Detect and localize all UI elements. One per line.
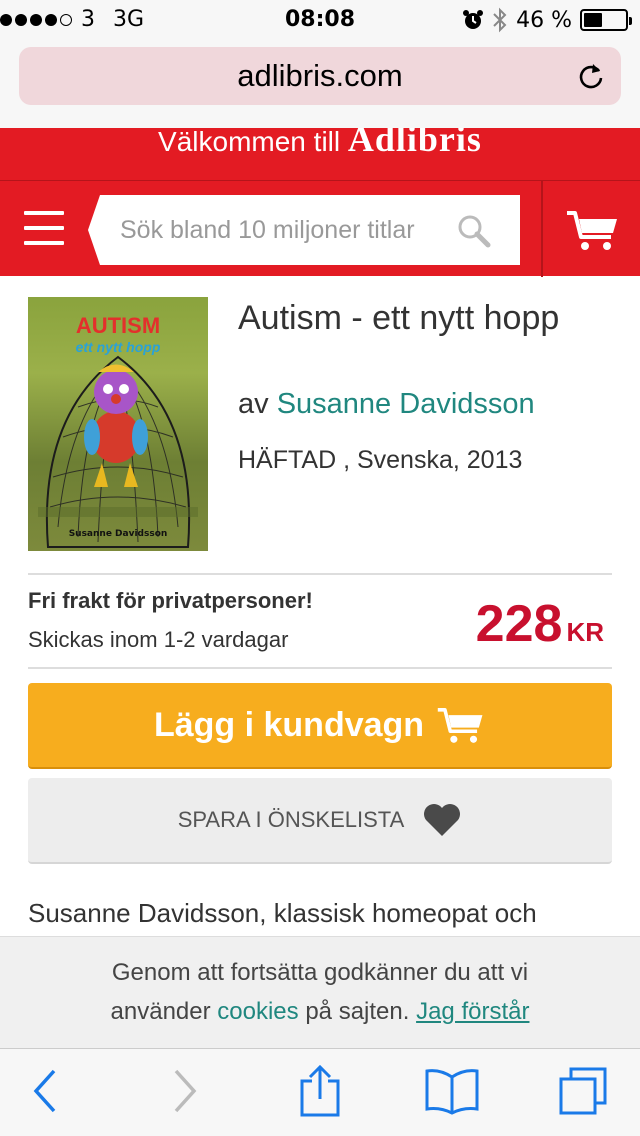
divider — [28, 667, 612, 669]
price-currency: KR — [566, 617, 604, 647]
status-bar: 3 3G 08:08 46 % — [0, 0, 640, 40]
bookmarks-icon[interactable] — [424, 1067, 480, 1115]
battery-percent: 46 % — [516, 7, 572, 33]
divider — [28, 573, 612, 575]
search-placeholder: Sök bland 10 miljoner titlar — [120, 216, 415, 244]
add-to-cart-button[interactable]: Lägg i kundvagn — [28, 683, 612, 769]
welcome-text: Välkommen till — [158, 128, 341, 157]
cover-title: AUTISM — [75, 313, 161, 338]
reload-icon[interactable] — [577, 62, 605, 90]
brand-logo: Adlibris — [347, 128, 482, 159]
welcome-banner: Välkommen till Adlibris — [0, 128, 640, 180]
product-author-line: av Susanne Davidsson — [238, 388, 535, 421]
site-header: Sök bland 10 miljoner titlar — [0, 180, 640, 277]
book-cover-image[interactable]: AUTISM ett nytt hopp Susanne Davidsson — [28, 297, 208, 551]
product-price: 228 KR — [476, 594, 604, 654]
wishlist-label: SPARA I ÖNSKELISTA — [177, 807, 405, 832]
price-amount: 228 — [475, 595, 563, 653]
menu-icon[interactable] — [24, 211, 64, 245]
address-bar[interactable]: adlibris.com — [19, 47, 621, 105]
cookie-text-line1: Genom att fortsätta godkänner du att vi — [111, 959, 529, 986]
cookie-banner: Genom att fortsätta godkänner du att vi … — [0, 936, 640, 1048]
url-text: adlibris.com — [237, 58, 403, 93]
bluetooth-icon — [493, 7, 507, 33]
cart-icon[interactable] — [565, 207, 621, 253]
browser-toolbar — [0, 1048, 640, 1136]
cookies-link[interactable]: cookies — [217, 998, 298, 1025]
search-input[interactable]: Sök bland 10 miljoner titlar — [88, 195, 520, 265]
add-to-cart-label: Lägg i kundvagn — [153, 705, 425, 744]
header-divider — [541, 181, 543, 277]
browser-chrome: adlibris.com — [0, 40, 640, 128]
free-shipping-text: Fri frakt för privatpersoner! — [28, 588, 313, 613]
cover-author: Susanne Davidsson — [68, 529, 168, 539]
product-description: Susanne Davidsson, klassisk homeopat och — [28, 898, 537, 928]
search-icon[interactable] — [456, 213, 492, 249]
cookie-text-line2: använder cookies på sajten. Jag förstår — [0, 992, 640, 1031]
cookie-text-pre: använder — [110, 998, 211, 1025]
save-to-wishlist-button[interactable]: SPARA I ÖNSKELISTA — [28, 778, 612, 864]
cover-subtitle: ett nytt hopp — [75, 339, 161, 355]
tabs-icon[interactable] — [557, 1065, 609, 1117]
cookie-accept-link[interactable]: Jag förstår — [416, 998, 529, 1025]
product-title: Autism - ett nytt hopp — [238, 299, 560, 337]
forward-icon[interactable] — [172, 1067, 200, 1115]
battery-icon — [580, 9, 632, 31]
author-link[interactable]: Susanne Davidsson — [277, 388, 535, 420]
author-prefix: av — [238, 388, 269, 420]
back-icon[interactable] — [30, 1067, 58, 1115]
cookie-text-mid: på sajten. — [305, 998, 410, 1025]
cart-icon — [437, 708, 483, 743]
delivery-time-text: Skickas inom 1-2 vardagar — [28, 627, 289, 652]
heart-icon — [424, 804, 461, 836]
alarm-icon — [463, 10, 484, 29]
share-icon[interactable] — [298, 1063, 342, 1119]
product-format: HÄFTAD , Svenska, 2013 — [238, 446, 523, 474]
